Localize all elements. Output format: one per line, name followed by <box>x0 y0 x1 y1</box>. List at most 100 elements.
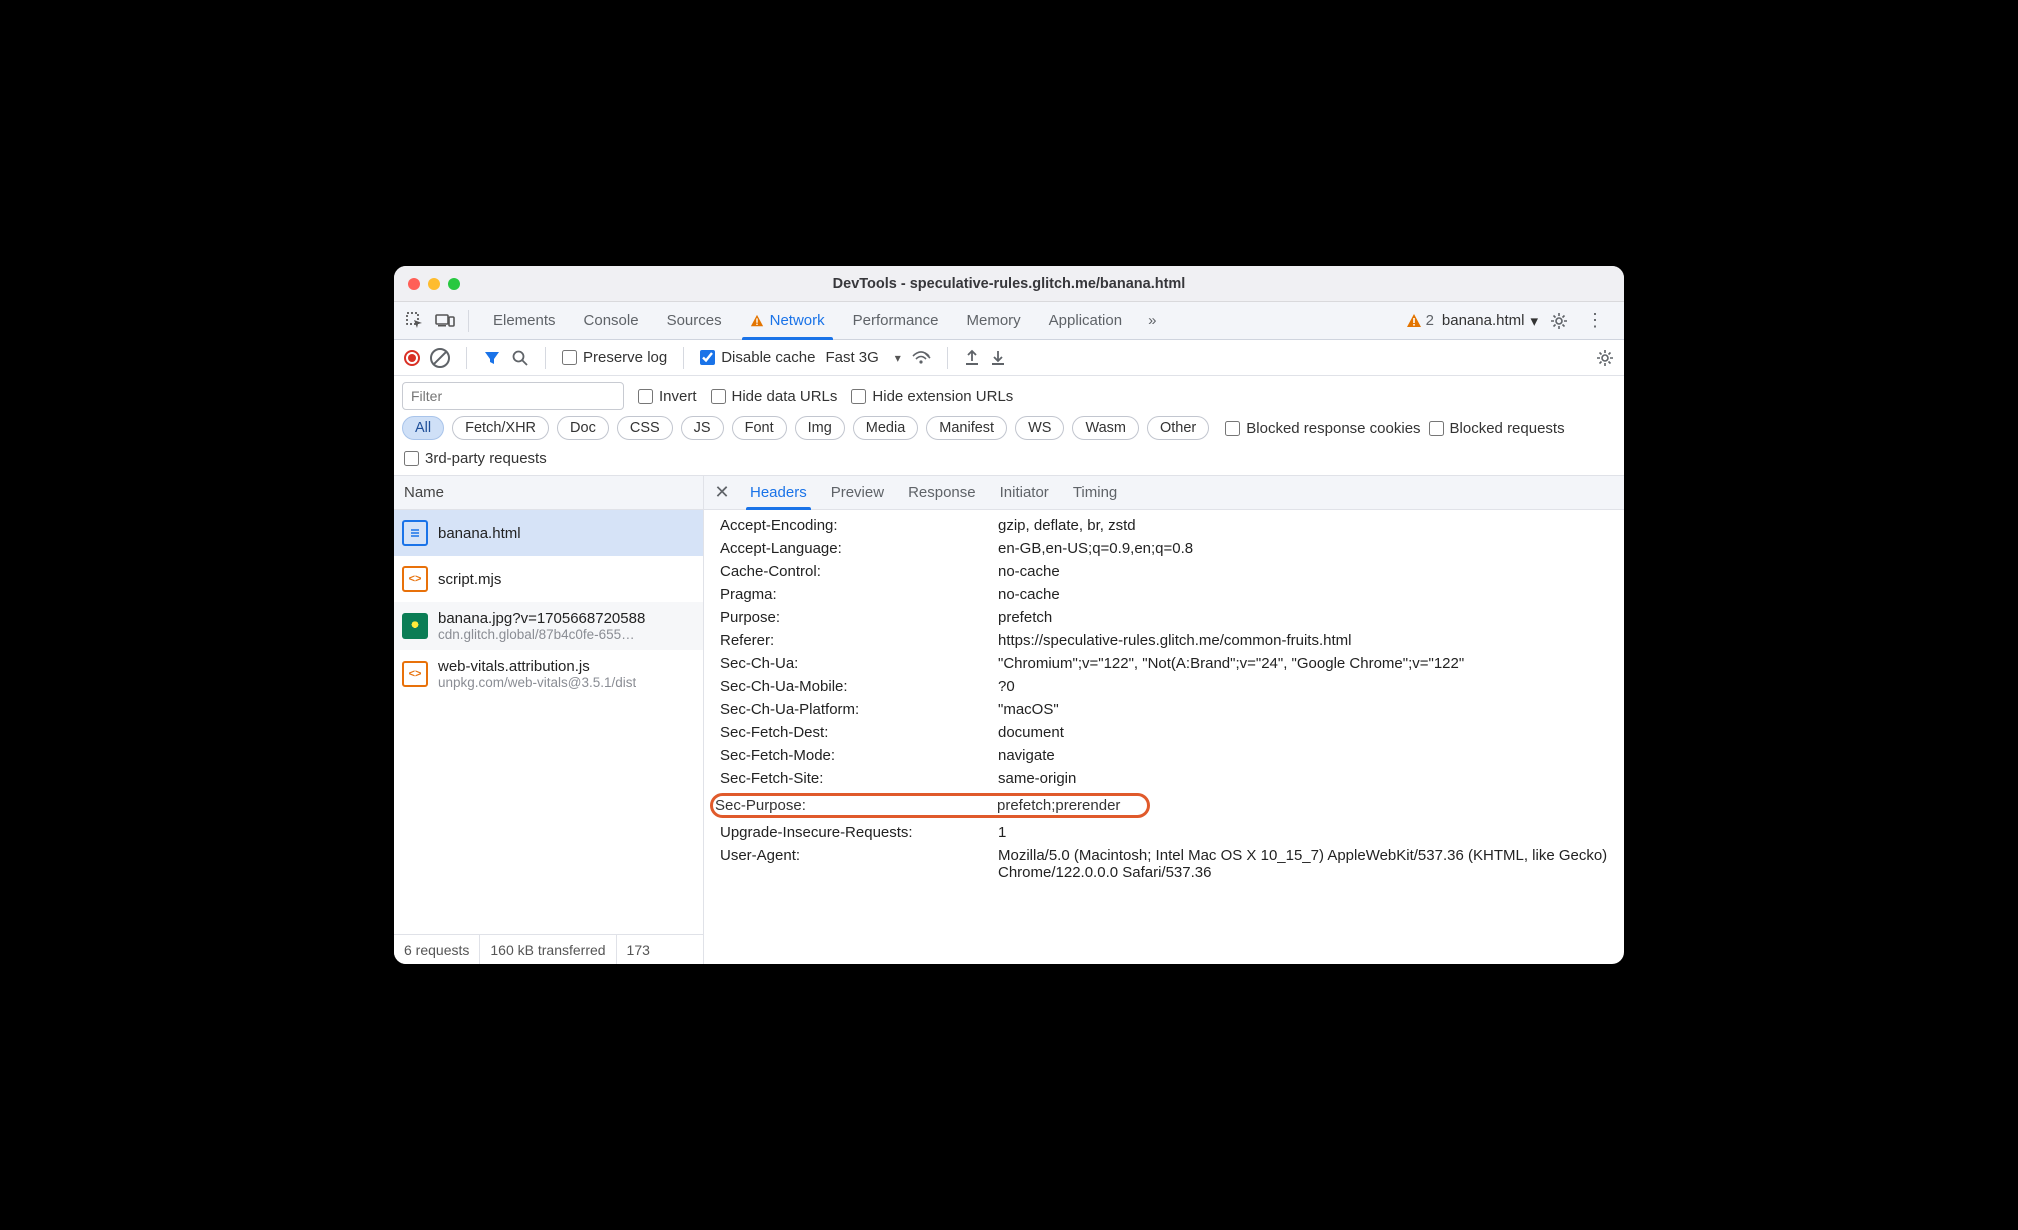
preserve-log-label: Preserve log <box>583 349 667 366</box>
header-key: Upgrade-Insecure-Requests: <box>720 824 998 841</box>
import-har-icon[interactable] <box>990 349 1006 367</box>
type-filter-other[interactable]: Other <box>1147 416 1209 440</box>
type-filter-img[interactable]: Img <box>795 416 845 440</box>
tab-elements[interactable]: Elements <box>479 302 570 339</box>
header-key: User-Agent: <box>720 847 998 881</box>
network-status-strip: 6 requests 160 kB transferred 173 <box>394 934 703 964</box>
header-row: Sec-Fetch-Mode:navigate <box>704 744 1624 767</box>
third-party-checkbox[interactable]: 3rd-party requests <box>404 450 1614 467</box>
throttling-label: Fast 3G <box>825 349 878 366</box>
type-filter-js[interactable]: JS <box>681 416 724 440</box>
request-row[interactable]: banana.jpg?v=1705668720588cdn.glitch.glo… <box>394 602 703 650</box>
device-toolbar-icon[interactable] <box>432 308 458 334</box>
third-party-row: 3rd-party requests <box>394 446 1624 476</box>
type-filter-css[interactable]: CSS <box>617 416 673 440</box>
type-filter-ws[interactable]: WS <box>1015 416 1064 440</box>
header-key: Sec-Fetch-Site: <box>720 770 998 787</box>
tab-application[interactable]: Application <box>1035 302 1136 339</box>
divider <box>468 310 469 332</box>
blocked-requests-input[interactable] <box>1429 421 1444 436</box>
request-domain: unpkg.com/web-vitals@3.5.1/dist <box>438 675 636 690</box>
detail-tab-preview[interactable]: Preview <box>819 476 896 509</box>
more-menu-icon[interactable]: ⋮ <box>1580 310 1610 331</box>
header-value: "Chromium";v="122", "Not(A:Brand";v="24"… <box>998 655 1624 672</box>
blocked-response-cookies-checkbox[interactable]: Blocked response cookies <box>1225 420 1420 437</box>
third-party-input[interactable] <box>404 451 419 466</box>
tab-label: Sources <box>667 312 722 329</box>
header-value: navigate <box>998 747 1624 764</box>
tabs-overflow-button[interactable]: » <box>1140 302 1164 339</box>
throttling-selector[interactable]: Fast 3G ▾ <box>825 349 900 366</box>
type-filter-fetch-xhr[interactable]: Fetch/XHR <box>452 416 549 440</box>
hide-data-urls-checkbox[interactable]: Hide data URLs <box>711 388 838 405</box>
detail-tab-timing[interactable]: Timing <box>1061 476 1129 509</box>
type-filter-row: All Fetch/XHR Doc CSS JS Font Img Media Manifest… <box>394 410 1624 446</box>
header-row: Purpose:prefetch <box>704 606 1624 629</box>
request-list: banana.html <> script.mjs banana.jpg?v=1705… <box>394 510 703 934</box>
request-name: banana.html <box>438 525 521 542</box>
frame-selector[interactable]: banana.html ▾ <box>1442 312 1538 330</box>
request-detail-pane: ✕ HeadersPreviewResponseInitiatorTiming … <box>704 476 1624 964</box>
search-icon[interactable] <box>511 349 529 367</box>
record-button[interactable] <box>404 350 420 366</box>
detail-tab-headers[interactable]: Headers <box>738 476 819 509</box>
hide-extension-urls-input[interactable] <box>851 389 866 404</box>
header-value: prefetch <box>998 609 1624 626</box>
script-icon: <> <box>402 566 428 592</box>
request-row[interactable]: <>web-vitals.attribution.jsunpkg.com/web… <box>394 650 703 698</box>
disable-cache-input[interactable] <box>700 350 715 365</box>
warnings-count: 2 <box>1426 312 1434 329</box>
close-detail-button[interactable]: ✕ <box>710 481 734 505</box>
header-row: Accept-Language:en-GB,en-US;q=0.9,en;q=0… <box>704 537 1624 560</box>
hide-data-urls-input[interactable] <box>711 389 726 404</box>
header-key: Accept-Encoding: <box>720 517 998 534</box>
inspect-element-icon[interactable] <box>402 308 428 334</box>
filter-input[interactable] <box>402 382 624 410</box>
preserve-log-input[interactable] <box>562 350 577 365</box>
hide-extension-urls-checkbox[interactable]: Hide extension URLs <box>851 388 1013 405</box>
tab-memory[interactable]: Memory <box>953 302 1035 339</box>
request-name: script.mjs <box>438 571 501 588</box>
type-filter-manifest[interactable]: Manifest <box>926 416 1007 440</box>
invert-checkbox[interactable]: Invert <box>638 388 697 405</box>
network-conditions-icon[interactable] <box>911 350 931 366</box>
type-filter-font[interactable]: Font <box>732 416 787 440</box>
header-value: document <box>998 724 1624 741</box>
overflow-icon: » <box>1148 312 1156 329</box>
header-value: 1 <box>998 824 1624 841</box>
divider <box>466 347 467 369</box>
blocked-response-cookies-input[interactable] <box>1225 421 1240 436</box>
request-row[interactable]: <> script.mjs <box>394 556 703 602</box>
tab-network[interactable]: Network <box>736 302 839 339</box>
request-list-pane: Name banana.html <> script.mjs banana.jpg?v… <box>394 476 704 964</box>
settings-icon[interactable] <box>1546 308 1572 334</box>
tab-label: Elements <box>493 312 556 329</box>
warnings-counter[interactable]: 2 <box>1406 312 1434 329</box>
header-key: Accept-Language: <box>720 540 998 557</box>
type-filter-wasm[interactable]: Wasm <box>1072 416 1139 440</box>
header-key: Referer: <box>720 632 998 649</box>
tab-label: Application <box>1049 312 1122 329</box>
header-key: Sec-Fetch-Dest: <box>720 724 998 741</box>
frame-selector-label: banana.html <box>1442 312 1525 329</box>
name-column-header[interactable]: Name <box>394 476 703 510</box>
header-row: Cache-Control:no-cache <box>704 560 1624 583</box>
filter-toggle-icon[interactable] <box>483 349 501 367</box>
detail-tab-response[interactable]: Response <box>896 476 988 509</box>
type-filter-all[interactable]: All <box>402 416 444 440</box>
tab-sources[interactable]: Sources <box>653 302 736 339</box>
network-settings-icon[interactable] <box>1596 349 1614 367</box>
type-filter-media[interactable]: Media <box>853 416 919 440</box>
invert-input[interactable] <box>638 389 653 404</box>
tab-console[interactable]: Console <box>570 302 653 339</box>
header-key: Sec-Fetch-Mode: <box>720 747 998 764</box>
type-filter-doc[interactable]: Doc <box>557 416 609 440</box>
export-har-icon[interactable] <box>964 349 980 367</box>
disable-cache-checkbox[interactable]: Disable cache <box>700 349 815 366</box>
clear-button[interactable] <box>430 348 450 368</box>
preserve-log-checkbox[interactable]: Preserve log <box>562 349 667 366</box>
tab-performance[interactable]: Performance <box>839 302 953 339</box>
blocked-requests-checkbox[interactable]: Blocked requests <box>1429 420 1565 437</box>
detail-tab-initiator[interactable]: Initiator <box>988 476 1061 509</box>
request-row[interactable]: banana.html <box>394 510 703 556</box>
